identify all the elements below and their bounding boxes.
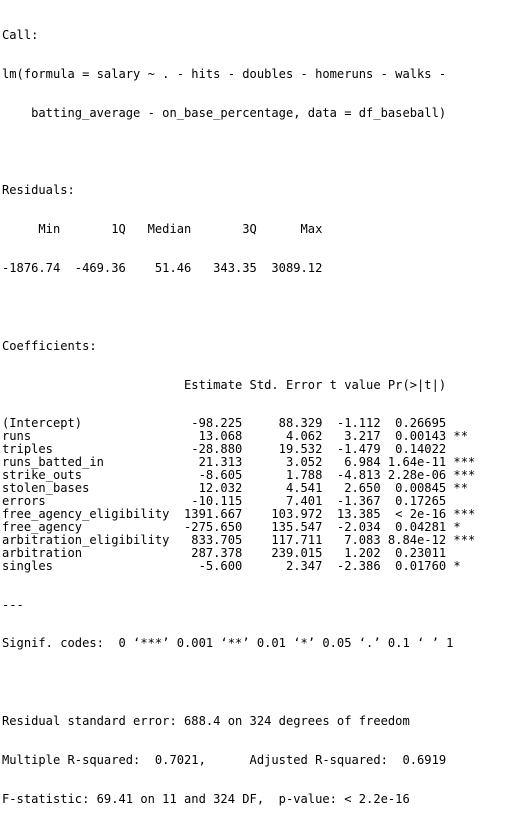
signif-codes-legend: Signif. codes: 0 ‘***’ 0.001 ‘**’ 0.01 ‘…	[2, 636, 454, 651]
residuals-values-row: -1876.74 -469.36 51.46 343.35 3089.12	[2, 260, 330, 275]
coefficient-row: strike_outs -8.605 1.788 -4.813 2.28e-06…	[2, 468, 476, 483]
coefficient-row: stolen_bases 12.032 4.541 2.650 0.00845 …	[2, 481, 476, 496]
coefficient-row: arbitration_eligibility 833.705 117.711 …	[2, 532, 476, 547]
coefficient-row: free_agency -275.650 135.547 -2.034 0.04…	[2, 519, 476, 534]
call-header: Call:	[2, 27, 39, 42]
residuals-header: Residuals:	[2, 183, 75, 198]
coefficients-column-header-row: Estimate Std. Error t value Pr(>|t|)	[2, 377, 476, 392]
residuals-labels-row: Min 1Q Median 3Q Max	[2, 222, 330, 237]
r-squared-line: Multiple R-squared: 0.7021, Adjusted R-s…	[2, 752, 454, 767]
call-formula-line-1: lm(formula = salary ~ . - hits - doubles…	[2, 66, 447, 81]
coefficient-row: errors -10.115 7.401 -1.367 0.17265	[2, 493, 476, 508]
residual-standard-error: Residual standard error: 688.4 on 324 de…	[2, 714, 410, 729]
coefficient-row: free_agency_eligibility 1391.667 103.972…	[2, 506, 476, 521]
call-formula-line-2: batting_average - on_base_percentage, da…	[2, 105, 447, 120]
coefficient-row: singles -5.600 2.347 -2.386 0.01760 *	[2, 558, 476, 573]
coefficient-row: triples -28.880 19.532 -1.479 0.14022	[2, 442, 476, 457]
coefficient-row: runs 13.068 4.062 3.217 0.00143 **	[2, 429, 476, 444]
coefficient-row: runs_batted_in 21.313 3.052 6.984 1.64e-…	[2, 455, 476, 470]
coefficients-divider: ---	[2, 597, 24, 612]
coefficient-row: arbitration 287.378 239.015 1.202 0.2301…	[2, 545, 476, 560]
coefficients-header: Coefficients:	[2, 338, 97, 353]
coefficients-table: (Intercept) -98.225 88.329 -1.112 0.2669…	[2, 417, 529, 572]
r-console-output: Call: lm(formula = salary ~ . - hits - d…	[2, 3, 529, 819]
f-statistic-line: F-statistic: 69.41 on 11 and 324 DF, p-v…	[2, 791, 410, 806]
